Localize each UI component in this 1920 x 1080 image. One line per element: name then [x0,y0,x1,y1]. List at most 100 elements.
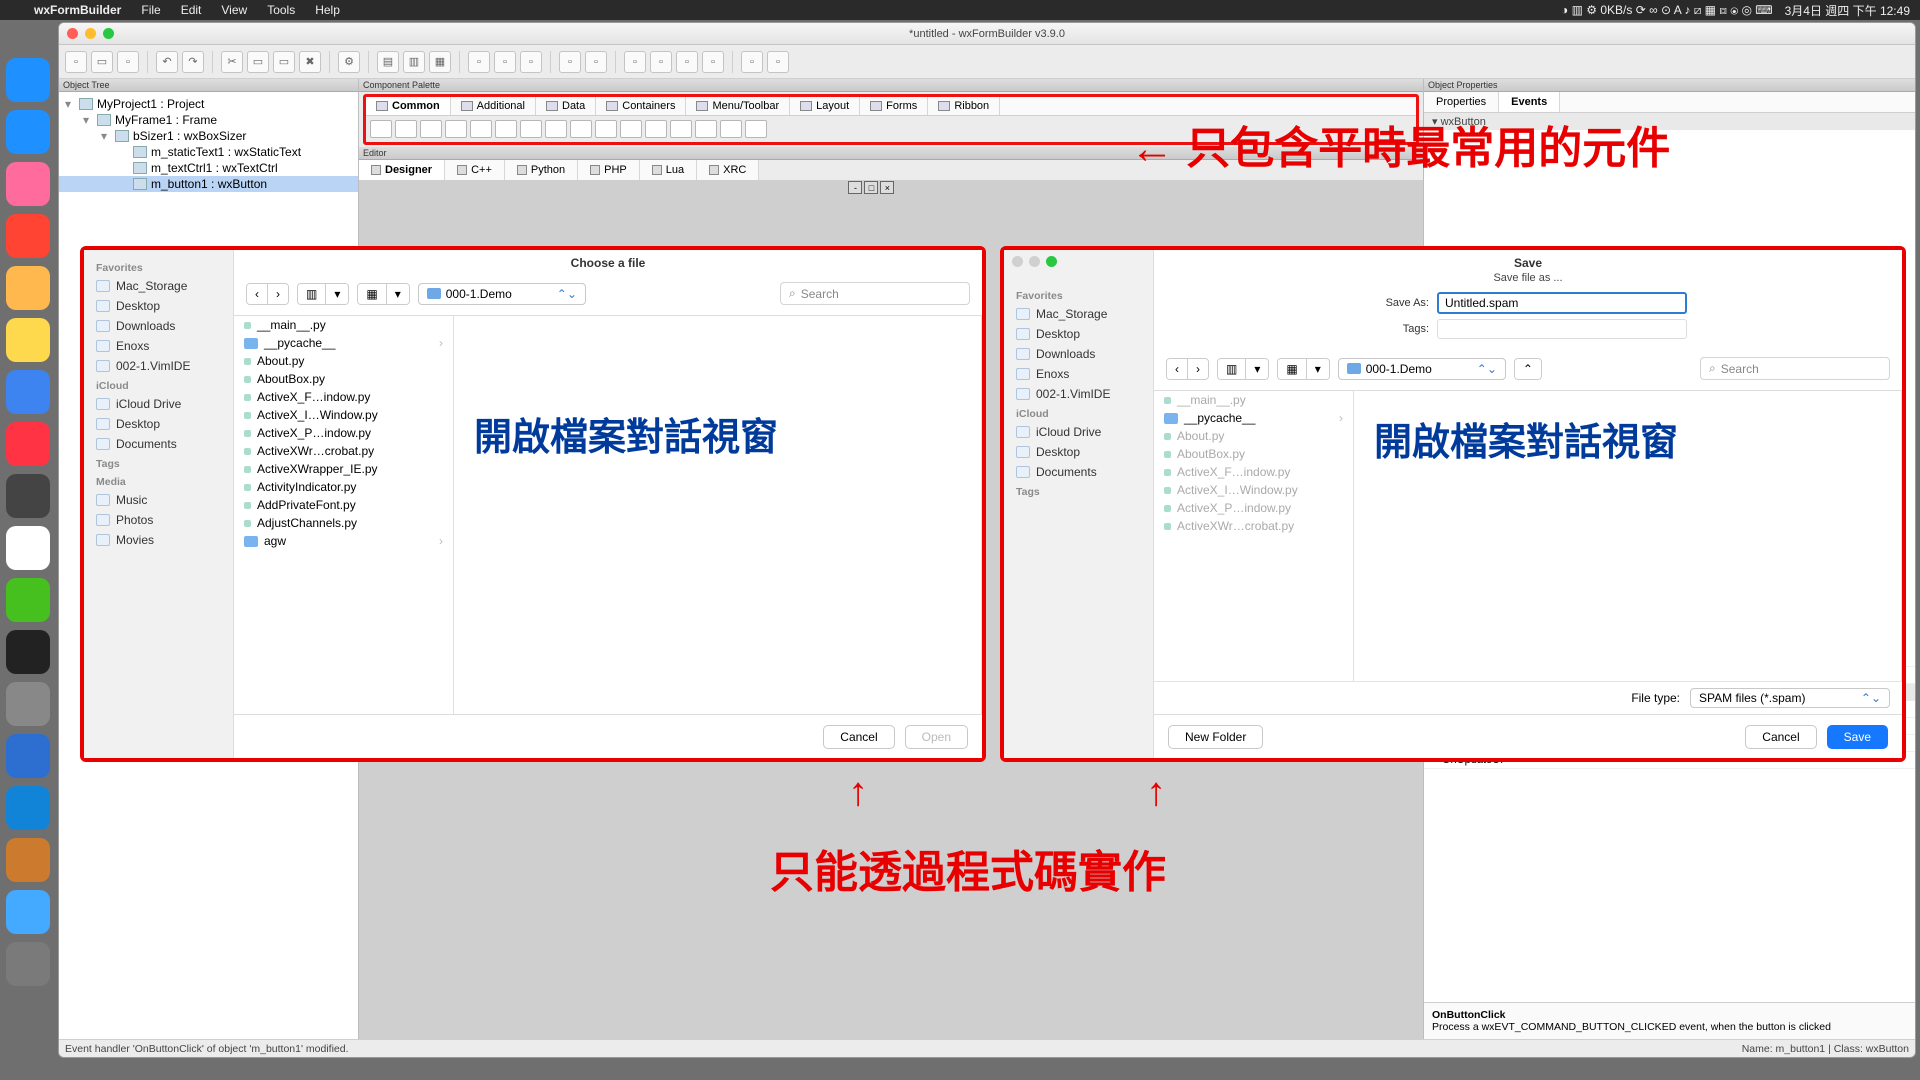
cancel-button[interactable]: Cancel [823,725,894,749]
view-mode-columns[interactable]: ▥▾ [297,283,349,305]
nav-back-forward[interactable]: ‹› [1166,358,1209,380]
tree-node[interactable]: ▾MyProject1 : Project [59,96,358,112]
sidebar-item[interactable]: Enoxs [1004,364,1153,384]
zoom-button[interactable] [1046,256,1057,267]
sidebar-item[interactable]: Desktop [84,296,233,316]
palette-tab-data[interactable]: Data [536,97,596,115]
dock-item-term[interactable] [6,630,50,674]
file-row[interactable]: ActiveX_P…indow.py [1154,499,1353,517]
palette-tab-common[interactable]: Common [366,97,451,115]
toolbar-new[interactable]: ▫ [65,51,87,73]
new-folder-button[interactable]: New Folder [1168,725,1263,749]
file-row[interactable]: AddPrivateFont.py [234,496,453,514]
dock-item-key[interactable] [6,734,50,778]
menu-file[interactable]: File [131,3,170,17]
toolbar-misc-1[interactable]: ▫ [559,51,581,73]
palette-tab-additional[interactable]: Additional [451,97,536,115]
sidebar-item[interactable]: Downloads [84,316,233,336]
dock-item-remind[interactable] [6,266,50,310]
file-row[interactable]: ActiveX_P…indow.py [234,424,453,442]
toolbar-misc-2[interactable]: ▫ [585,51,607,73]
sidebar-item[interactable]: Music [84,490,233,510]
frame-min-icon[interactable]: - [848,181,862,194]
editor-tab-xrc[interactable]: XRC [697,160,759,180]
sidebar-item[interactable]: Enoxs [84,336,233,356]
file-row[interactable]: ActivityIndicator.py [234,478,453,496]
file-row[interactable]: About.py [1154,427,1353,445]
dock-item-play[interactable] [6,786,50,830]
file-row[interactable]: __pycache__› [234,334,453,352]
dock-item-pref[interactable] [6,682,50,726]
close-button[interactable] [1012,256,1023,267]
toolbar-misc-3[interactable]: ▫ [624,51,646,73]
dock-item-cal[interactable] [6,214,50,258]
palette-tab-menu/toolbar[interactable]: Menu/Toolbar [686,97,790,115]
editor-tab-lua[interactable]: Lua [640,160,697,180]
file-row[interactable]: __main__.py [234,316,453,334]
palette-tab-layout[interactable]: Layout [790,97,860,115]
toolbar-expand[interactable]: ▫ [468,51,490,73]
palette-item[interactable] [520,120,542,138]
toolbar-gear[interactable]: ⚙ [338,51,360,73]
palette-tab-containers[interactable]: Containers [596,97,686,115]
view-mode-columns[interactable]: ▥▾ [1217,358,1269,380]
minimize-button[interactable] [1029,256,1040,267]
palette-item[interactable] [470,120,492,138]
file-row[interactable]: ActiveX_I…Window.py [234,406,453,424]
toolbar-misc-5[interactable]: ▫ [676,51,698,73]
sidebar-item[interactable]: iCloud Drive [84,394,233,414]
nav-back-forward[interactable]: ‹› [246,283,289,305]
palette-item[interactable] [395,120,417,138]
palette-tab-ribbon[interactable]: Ribbon [928,97,1000,115]
sidebar-item[interactable]: 002-1.VimIDE [84,356,233,376]
toolbar-misc-8[interactable]: ▫ [767,51,789,73]
palette-item[interactable] [445,120,467,138]
file-row[interactable]: __main__.py [1154,391,1353,409]
sidebar-item[interactable]: Desktop [84,414,233,434]
tab-events[interactable]: Events [1499,92,1560,112]
search-input[interactable]: ⌕Search [1700,357,1890,380]
sidebar-item[interactable]: Photos [84,510,233,530]
palette-item[interactable] [720,120,742,138]
dock-item-trash[interactable] [6,942,50,986]
tree-node[interactable]: ▾bSizer1 : wxBoxSizer [59,128,358,144]
palette-item[interactable] [595,120,617,138]
palette-item[interactable] [545,120,567,138]
file-row[interactable]: ActiveX_F…indow.py [234,388,453,406]
sidebar-item[interactable]: Documents [84,434,233,454]
folder-selector[interactable]: 000-1.Demo⌃⌄ [418,283,586,305]
palette-item[interactable] [620,120,642,138]
toolbar-copy[interactable]: ▭ [247,51,269,73]
tags-input[interactable] [1437,319,1687,339]
toolbar-align-center[interactable]: ▥ [403,51,425,73]
dock-item-notes[interactable] [6,318,50,362]
editor-tab-php[interactable]: PHP [578,160,640,180]
toolbar-redo[interactable]: ↷ [182,51,204,73]
save-button[interactable]: Save [1827,725,1888,749]
toolbar-cut[interactable]: ✂ [221,51,243,73]
dock-item-finder[interactable] [6,58,50,102]
expand-button[interactable]: ⌃ [1514,358,1542,380]
dock-item-photos[interactable] [6,162,50,206]
clock[interactable]: 3月4日 週四 下午 12:49 [1785,2,1910,19]
menu-help[interactable]: Help [305,3,350,17]
app-name[interactable]: wxFormBuilder [24,3,131,17]
toolbar-paste[interactable]: ▭ [273,51,295,73]
tab-properties[interactable]: Properties [1424,92,1499,112]
toolbar-misc-7[interactable]: ▫ [741,51,763,73]
toolbar-misc-4[interactable]: ▫ [650,51,672,73]
file-browser[interactable]: __main__.py__pycache__›About.pyAboutBox.… [234,316,982,714]
cancel-button[interactable]: Cancel [1745,725,1816,749]
file-row[interactable]: ActiveXWr…crobat.py [1154,517,1353,535]
sidebar-item[interactable]: Movies [84,530,233,550]
menu-edit[interactable]: Edit [171,3,212,17]
toolbar-stretch[interactable]: ▫ [494,51,516,73]
file-row[interactable]: ActiveX_I…Window.py [1154,481,1353,499]
toolbar-open[interactable]: ▭ [91,51,113,73]
view-mode-grid[interactable]: ▦▾ [357,283,409,305]
dock-item-pages[interactable] [6,890,50,934]
palette-item[interactable] [370,120,392,138]
file-row[interactable]: AdjustChannels.py [234,514,453,532]
toolbar-align-right[interactable]: ▦ [429,51,451,73]
sidebar-item[interactable]: Mac_Storage [1004,304,1153,324]
